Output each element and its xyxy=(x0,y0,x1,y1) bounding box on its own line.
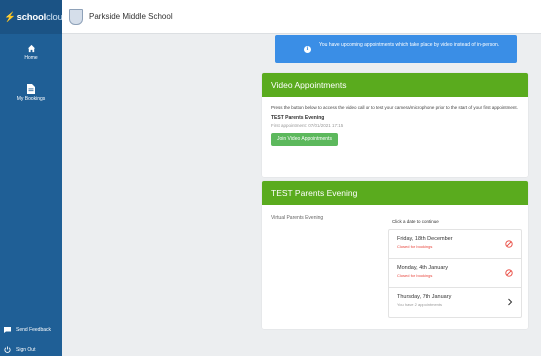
sidebar-item-label: Home xyxy=(24,55,38,61)
date-option-thursday-7th-january[interactable]: Thursday, 7th January You have 2 appoint… xyxy=(389,288,521,317)
home-icon xyxy=(27,44,35,53)
power-icon xyxy=(4,346,11,353)
event-card-title: TEST Parents Evening xyxy=(262,181,528,205)
date-status: Closed for bookings xyxy=(397,273,433,278)
logo-text: school xyxy=(16,11,47,23)
prohibited-icon xyxy=(505,269,513,277)
video-event-name: TEST Parents Evening xyxy=(271,115,325,121)
video-card-title: Video Appointments xyxy=(262,73,528,97)
sidebar-item-home[interactable]: Home xyxy=(0,44,62,61)
first-appointment-text: First appointment: 07/01/2021 17:15 xyxy=(271,123,344,128)
info-icon: i xyxy=(304,46,311,53)
date-title: Thursday, 7th January xyxy=(397,294,452,300)
prohibited-icon xyxy=(505,240,513,248)
parents-evening-card: TEST Parents Evening Virtual Parents Eve… xyxy=(262,181,528,329)
sidebar: ⚡ school cloud Home My Bookings Send Feed… xyxy=(0,0,68,356)
video-card-description: Press the button below to access the vid… xyxy=(271,105,518,110)
date-status: You have 2 appointments xyxy=(397,302,442,307)
date-list: Friday, 18th December Closed for booking… xyxy=(388,229,522,318)
date-prompt: Click a date to continue xyxy=(392,219,439,224)
date-title: Monday, 4th January xyxy=(397,265,448,271)
send-feedback-button[interactable]: Send Feedback xyxy=(4,327,51,333)
join-video-appointments-button[interactable]: Join Video Appointments xyxy=(271,133,338,146)
date-status: Closed for bookings xyxy=(397,244,433,249)
school-name: Parkside Middle School xyxy=(89,12,173,21)
date-option-monday-4th-january[interactable]: Monday, 4th January Closed for bookings xyxy=(389,259,521,288)
event-subtitle: Virtual Parents Evening xyxy=(271,215,324,221)
chevron-right-icon xyxy=(508,298,513,306)
sidebar-item-my-bookings[interactable]: My Bookings xyxy=(0,84,62,102)
date-option-friday-18th-december[interactable]: Friday, 18th December Closed for booking… xyxy=(389,230,521,259)
video-appointments-card: Video Appointments Press the button belo… xyxy=(262,73,528,177)
top-bar: Parkside Middle School xyxy=(62,0,541,34)
chat-icon xyxy=(4,327,11,333)
video-alert: i You have upcoming appointments which t… xyxy=(275,35,517,63)
sign-out-label: Sign Out xyxy=(16,346,36,353)
document-icon xyxy=(27,84,35,94)
school-crest-icon xyxy=(69,8,83,25)
sidebar-item-label: My Bookings xyxy=(16,96,46,102)
alert-text: You have upcoming appointments which tak… xyxy=(319,42,500,48)
app-logo[interactable]: ⚡ school cloud xyxy=(0,0,68,34)
sign-out-button[interactable]: Sign Out xyxy=(4,346,35,353)
logo-lightning-icon: ⚡ xyxy=(4,11,16,23)
date-title: Friday, 18th December xyxy=(397,236,453,242)
send-feedback-label: Send Feedback xyxy=(16,327,52,333)
